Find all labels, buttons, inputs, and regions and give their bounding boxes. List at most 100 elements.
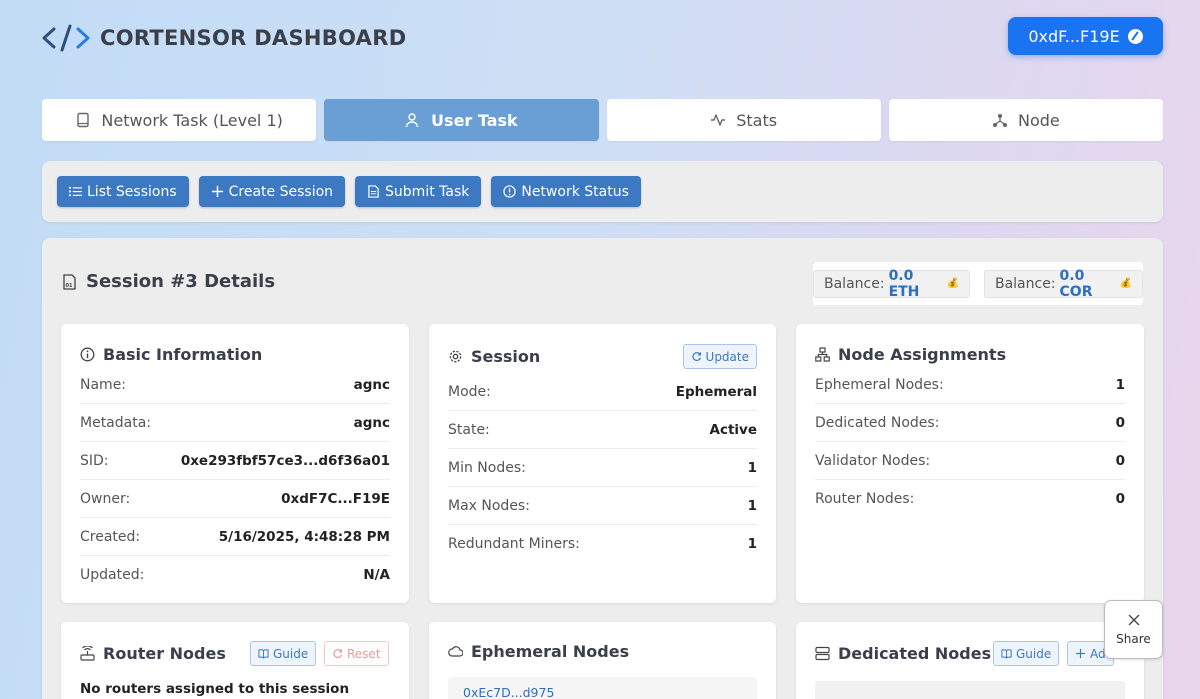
session-title: 01 Session #3 Details <box>62 271 275 292</box>
row-value: 1 <box>747 536 757 552</box>
plus-icon <box>211 185 223 198</box>
node-assignments-card: Node Assignments Ephemeral Nodes: 1 Dedic… <box>796 324 1144 603</box>
reset-button[interactable]: Reset <box>324 641 389 666</box>
button-label: Update <box>705 349 749 364</box>
balance-label: Balance: <box>824 275 885 292</box>
button-label: Create Session <box>228 183 334 200</box>
book-open-icon <box>1001 649 1012 659</box>
wallet-button[interactable]: 0xdF...F19E <box>1008 17 1163 55</box>
card-title: Node Assignments <box>838 345 1007 364</box>
row-key: State: <box>448 421 490 438</box>
session-rows: Mode: Ephemeral State: Active Min Nodes: 1 … <box>448 373 757 563</box>
row-value: Active <box>709 421 758 438</box>
info-row: Metadata: agnc <box>80 404 390 442</box>
cor-balance-value: 0.0 COR <box>1059 267 1093 300</box>
card-header: Ephemeral Nodes <box>448 642 629 661</box>
info-row: Mode: Ephemeral <box>448 373 757 411</box>
info-row: Name: agnc <box>80 366 390 404</box>
tab-label: User Task <box>431 110 518 130</box>
button-label: List Sessions <box>87 183 177 200</box>
share-button[interactable]: Share <box>1104 600 1163 659</box>
code-icon <box>42 24 90 52</box>
row-value: 0 <box>1115 414 1125 431</box>
cloud-icon <box>448 646 463 657</box>
network-icon <box>992 114 1007 127</box>
basic-info-card: Basic Information Name: agnc Metadata: agn… <box>61 324 409 603</box>
dedicated-nodes-card: Dedicated Nodes Guide Ad <box>796 622 1144 699</box>
plus-icon <box>1075 648 1086 659</box>
button-label: Submit Task <box>385 183 470 200</box>
info-circle-icon <box>503 185 517 198</box>
info-row: Min Nodes: 1 <box>448 449 757 487</box>
row-value: 0xdF7C...F19E <box>281 490 390 507</box>
ephemeral-nodes-card: Ephemeral Nodes 0xEc7D...d975 <box>429 622 776 699</box>
submit-task-button[interactable]: Submit Task <box>355 176 482 207</box>
row-key: Name: <box>80 376 127 393</box>
row-value: 0 <box>1115 452 1125 469</box>
info-circle-icon <box>80 347 95 362</box>
info-row: Router Nodes: 0 <box>815 480 1125 518</box>
node-address[interactable]: 0xEc7D...d975 <box>463 685 554 699</box>
network-status-button[interactable]: Network Status <box>491 176 641 207</box>
row-value: 0 <box>1115 491 1125 507</box>
button-label: Reset <box>347 646 381 661</box>
card-header: Session <box>448 347 540 366</box>
list-sessions-button[interactable]: List Sessions <box>57 176 189 207</box>
app-title: CORTENSOR DASHBOARD <box>100 26 407 50</box>
no-routers-text: No routers assigned to this session <box>80 681 350 697</box>
info-row: Created: 5/16/2025, 4:48:28 PM <box>80 518 390 556</box>
money-bag-icon: 💰 <box>946 278 959 289</box>
row-key: Owner: <box>80 490 131 507</box>
eth-balance: Balance: 0.0 ETH 💰 <box>813 267 970 300</box>
ephemeral-node-item[interactable]: 0xEc7D...d975 <box>448 677 757 699</box>
row-key: Mode: <box>448 383 491 400</box>
tab-user-task[interactable]: User Task <box>324 99 599 141</box>
server-icon <box>815 646 830 661</box>
basic-info-rows: Name: agnc Metadata: agnc SID: 0xe293fbf57c… <box>80 366 390 594</box>
session-title-text: Session #3 Details <box>86 271 276 292</box>
tab-label: Stats <box>736 110 778 130</box>
book-icon <box>77 112 90 128</box>
main-tabs: Network Task (Level 1) User Task Stats N… <box>42 99 1163 141</box>
info-row: Validator Nodes: 0 <box>815 442 1125 480</box>
wallet-icon <box>1127 28 1143 44</box>
button-label: Guide <box>1016 646 1052 661</box>
row-value: 5/16/2025, 4:48:28 PM <box>218 528 390 545</box>
row-key: Router Nodes: <box>815 491 915 507</box>
guide-button[interactable]: Guide <box>993 641 1060 666</box>
create-session-button[interactable]: Create Session <box>198 176 346 207</box>
card-title: Basic Information <box>103 345 263 364</box>
tab-stats[interactable]: Stats <box>606 99 881 141</box>
info-row: Ephemeral Nodes: 1 <box>815 366 1125 404</box>
file-icon <box>368 185 379 198</box>
update-button[interactable]: Update <box>682 344 757 369</box>
logo: CORTENSOR DASHBOARD <box>42 22 406 54</box>
assignment-rows: Ephemeral Nodes: 1 Dedicated Nodes: 0 Vali… <box>815 366 1125 518</box>
money-bag-icon: 💰 <box>1119 278 1132 289</box>
card-title: Session <box>471 347 541 366</box>
guide-button[interactable]: Guide <box>250 641 317 666</box>
row-value: agnc <box>353 414 390 431</box>
refresh-icon <box>333 649 343 659</box>
info-row: Owner: 0xdF7C...F19E <box>80 480 390 518</box>
cor-balance: Balance: 0.0 COR 💰 <box>983 267 1143 300</box>
tab-node[interactable]: Node <box>888 99 1163 141</box>
row-value: N/A <box>363 567 390 583</box>
row-key: SID: <box>80 452 109 469</box>
button-label: Guide <box>273 646 309 661</box>
tab-network-task[interactable]: Network Task (Level 1) <box>42 99 317 141</box>
svg-text:01: 01 <box>66 283 73 289</box>
row-value: agnc <box>353 376 390 393</box>
card-title: Ephemeral Nodes <box>471 642 630 661</box>
activity-icon <box>711 114 726 126</box>
row-value: 1 <box>747 497 757 514</box>
action-toolbar: List Sessions Create Session Submit Task… <box>42 161 1163 222</box>
row-key: Metadata: <box>80 414 152 431</box>
x-logo-icon <box>1128 614 1139 626</box>
row-key: Updated: <box>80 567 145 583</box>
info-row: Dedicated Nodes: 0 <box>815 404 1125 442</box>
share-label: Share <box>1116 632 1151 646</box>
eth-balance-value: 0.0 ETH <box>888 267 920 300</box>
card-header: Router Nodes <box>80 644 226 663</box>
card-header: Node Assignments <box>815 345 1006 364</box>
